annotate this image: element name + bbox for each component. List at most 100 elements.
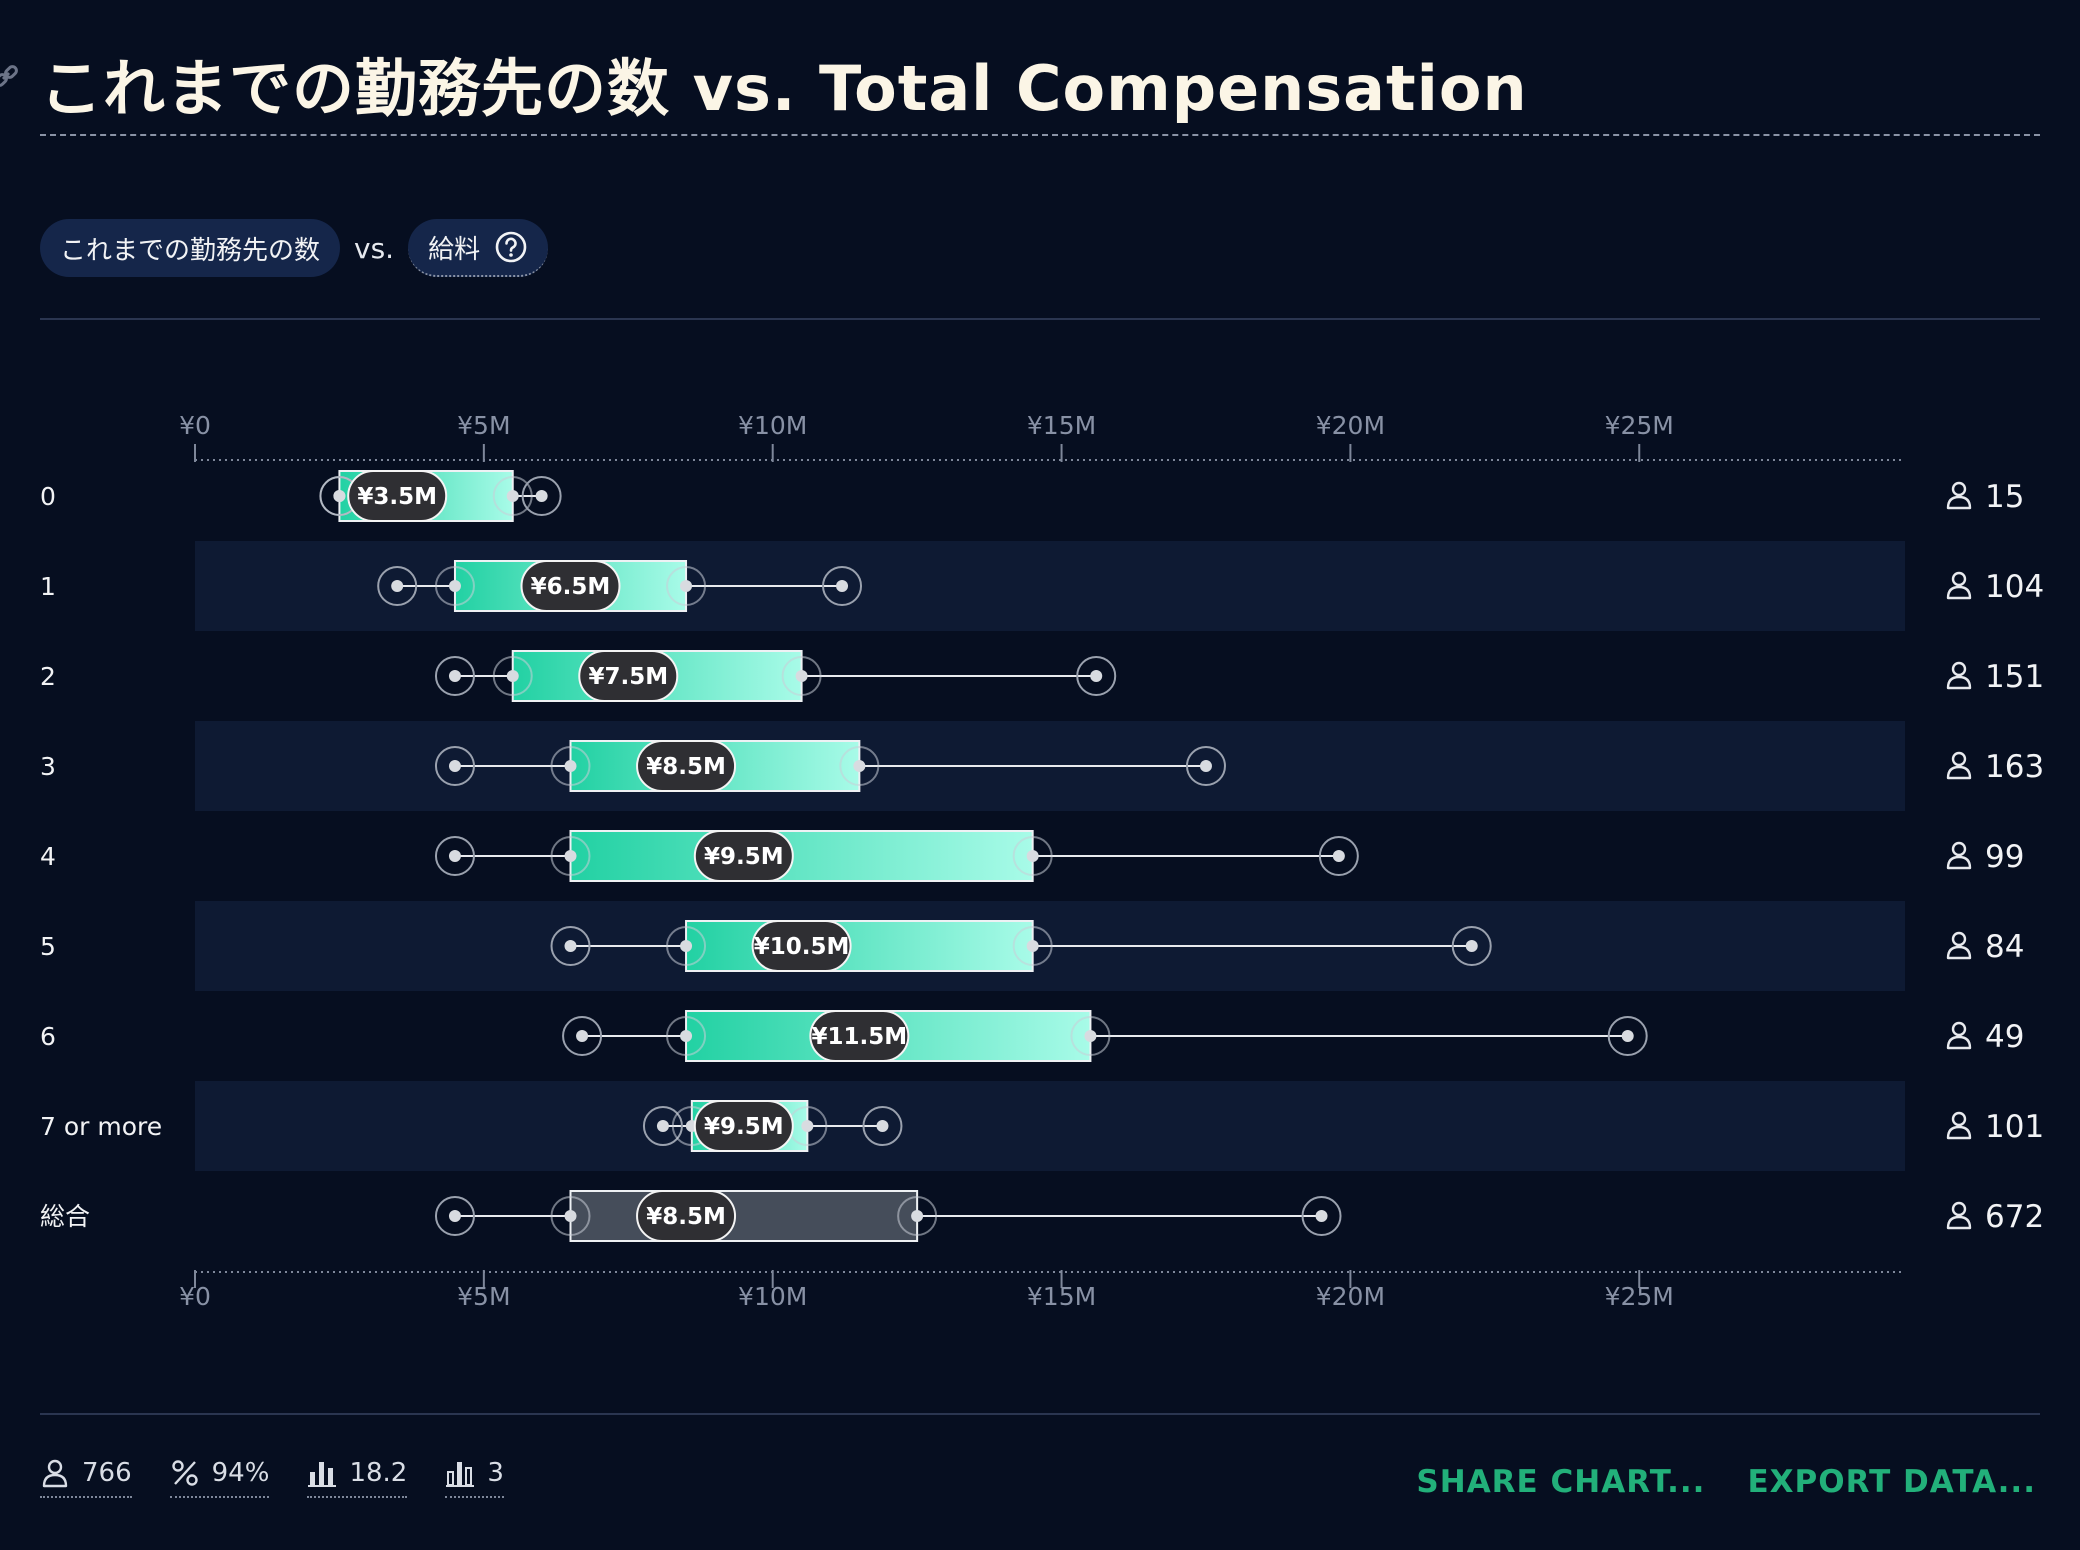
- iqr-box: [569, 1190, 919, 1242]
- median-label: ¥9.5M: [704, 1114, 784, 1140]
- header-divider: [40, 318, 2040, 320]
- row-count: 84: [1985, 929, 2024, 965]
- q3-dot: [1084, 1030, 1097, 1042]
- row-count: 15: [1985, 479, 2024, 515]
- respondents-value: 766: [82, 1458, 132, 1488]
- row-label: 5: [40, 932, 56, 961]
- p90-dot: [1315, 1210, 1328, 1222]
- top-axis-tick-label: ¥25M: [1605, 411, 1674, 440]
- person-icon: [1946, 1201, 1972, 1230]
- iqr-box: [569, 830, 1034, 882]
- row-count: 151: [1985, 659, 2044, 695]
- chart-actions: SHARE CHART... EXPORT DATA...: [1416, 1464, 2036, 1500]
- q3-dot: [795, 670, 808, 682]
- person-icon: [1946, 571, 1972, 600]
- metric-pill-label: 給料: [428, 234, 481, 265]
- p90-dot: [876, 1120, 889, 1132]
- median-label: ¥11.5M: [812, 1024, 908, 1050]
- p10-dot: [656, 1120, 669, 1132]
- row-label: 総合: [40, 1202, 90, 1231]
- median-label: ¥8.5M: [646, 1204, 726, 1230]
- dimension-pill-label: これまでの勤務先の数: [60, 235, 321, 266]
- row-label: 1: [40, 572, 56, 601]
- score-stat[interactable]: 18.2: [307, 1458, 408, 1498]
- row-label: 7 or more: [40, 1112, 162, 1141]
- q3-dot: [853, 760, 866, 772]
- bar-chart-outline-icon: [446, 1462, 475, 1487]
- person-icon: [1946, 1021, 1972, 1050]
- median-label: ¥10.5M: [754, 934, 850, 960]
- q1-dot: [564, 760, 577, 772]
- groups-stat[interactable]: 3: [445, 1458, 504, 1498]
- q1-dot: [448, 580, 461, 592]
- p10-dot: [448, 1210, 461, 1222]
- filter-bar: これまでの勤務先の数 vs. 給料: [40, 218, 549, 278]
- person-icon: [1946, 1111, 1972, 1140]
- stats-footer: 766 94% 18.2 3: [40, 1458, 504, 1498]
- q3-dot: [1026, 940, 1039, 952]
- groups-value: 3: [487, 1458, 504, 1488]
- bottom-axis-tick-label: ¥10M: [738, 1282, 807, 1311]
- p90-dot: [1199, 760, 1212, 772]
- question-circle-icon[interactable]: [494, 230, 528, 264]
- person-icon: [1946, 841, 1972, 870]
- q1-dot: [564, 850, 577, 862]
- percent-stat[interactable]: 94%: [169, 1458, 270, 1498]
- q1-dot: [506, 670, 519, 682]
- boxplot-chart: ¥0 ¥5M ¥10M ¥15M ¥20M ¥25M ¥0 ¥5M ¥10M ¥15M ¥20M ¥2…: [40, 411, 2044, 1311]
- top-axis-tick-label: ¥5M: [457, 411, 510, 440]
- footer-divider: [40, 1413, 2040, 1415]
- bottom-axis-tick-label: ¥5M: [457, 1282, 510, 1311]
- p10-dot: [564, 940, 577, 952]
- q1-dot: [680, 1030, 693, 1042]
- row-label: 0: [40, 482, 56, 511]
- p90-dot: [836, 580, 849, 592]
- q1-dot: [564, 1210, 577, 1222]
- q3-dot: [801, 1120, 814, 1132]
- q3-dot: [911, 1210, 924, 1222]
- iqr-box: [685, 920, 1034, 972]
- link-icon[interactable]: [0, 62, 20, 90]
- percent-value: 94%: [211, 1458, 270, 1488]
- median-label: ¥6.5M: [531, 574, 611, 600]
- dimension-pill[interactable]: これまでの勤務先の数: [40, 219, 341, 277]
- p90-dot: [1621, 1030, 1634, 1042]
- row-count: 99: [1985, 839, 2024, 875]
- top-axis-tick-label: ¥10M: [738, 411, 807, 440]
- row-label: 3: [40, 752, 56, 781]
- vs-label: vs.: [354, 231, 395, 265]
- p10-dot: [391, 580, 404, 592]
- person-icon: [1946, 931, 1972, 960]
- metric-pill[interactable]: 給料: [408, 219, 549, 277]
- p90-dot: [1090, 670, 1103, 682]
- p90-dot: [1465, 940, 1478, 952]
- q3-dot: [1026, 850, 1039, 862]
- score-value: 18.2: [349, 1458, 408, 1488]
- p10-dot: [448, 850, 461, 862]
- median-label: ¥7.5M: [588, 664, 668, 690]
- median-label: ¥3.5M: [357, 484, 437, 510]
- title-divider: [40, 134, 2040, 136]
- top-axis-tick-label: ¥15M: [1027, 411, 1096, 440]
- row-label: 6: [40, 1022, 56, 1051]
- respondents-stat[interactable]: 766: [40, 1458, 132, 1498]
- page-title: これまでの勤務先の数 vs. Total Compensation: [40, 52, 1528, 125]
- median-label: ¥9.5M: [704, 844, 784, 870]
- row-label: 2: [40, 662, 56, 691]
- q3-dot: [680, 580, 693, 592]
- share-chart-button[interactable]: SHARE CHART...: [1416, 1464, 1705, 1500]
- bottom-axis-tick-label: ¥25M: [1605, 1282, 1674, 1311]
- p10-dot: [448, 670, 461, 682]
- bar-chart-icon: [308, 1462, 337, 1487]
- p10-dot: [448, 760, 461, 772]
- row-count: 49: [1985, 1019, 2024, 1055]
- export-data-button[interactable]: EXPORT DATA...: [1747, 1464, 2036, 1500]
- person-icon: [1946, 481, 1972, 510]
- bottom-axis-tick-label: ¥15M: [1027, 1282, 1096, 1311]
- p10-dot: [576, 1030, 589, 1042]
- row-count: 163: [1985, 749, 2044, 785]
- row-count: 101: [1985, 1109, 2044, 1145]
- median-label: ¥8.5M: [646, 754, 726, 780]
- bottom-axis-tick-label: ¥0: [179, 1282, 211, 1311]
- q1-dot: [680, 940, 693, 952]
